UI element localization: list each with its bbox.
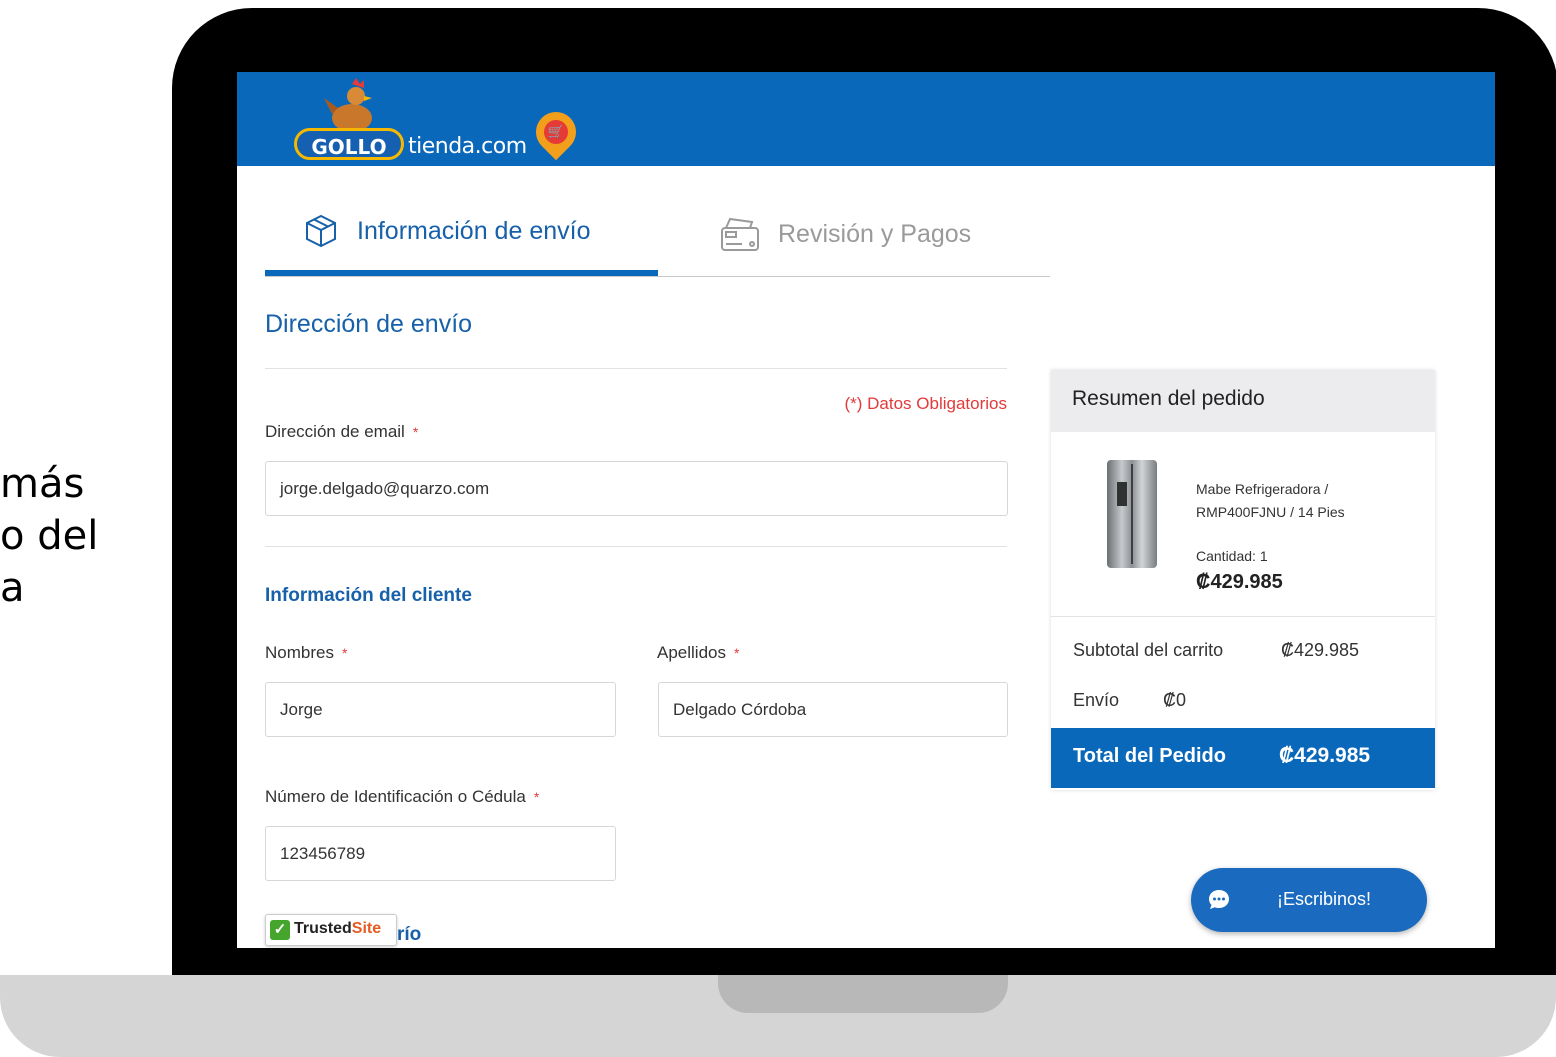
checkout-steps: Información de envío Revisión y Pagos [265,192,1050,277]
total-value: ₡429.985 [1279,744,1371,767]
divider [1051,616,1435,617]
trustedsite-badge[interactable]: ✓ TrustedSite [265,914,397,946]
required-marker: * [533,789,540,805]
subtotal-value: ₡429.985 [1281,640,1360,660]
tab-review-payments[interactable]: Revisión y Pagos [720,192,1050,276]
product-name[interactable]: Mabe Refrigeradora / RMP400FJNU / 14 Pie… [1196,478,1416,524]
required-marker: * [341,645,348,661]
total-label: Total del Pedido [1073,745,1226,767]
first-name-field[interactable]: Jorge [265,682,616,737]
last-name-label: Apellidos * [657,643,739,663]
rooster-icon [324,78,372,132]
shipping-address-title: Dirección de envío [265,310,473,338]
box-icon [306,214,336,248]
required-fields-note: (*) Datos Obligatorios [844,394,1007,413]
chat-bubble-icon [1209,890,1229,909]
email-label-text: Dirección de email [265,422,405,441]
laptop-notch [718,975,1008,1013]
divider [265,368,1007,369]
shipping-label: Envío [1073,690,1120,710]
first-name-label: Nombres * [265,643,347,663]
browser-screen: GOLLO tienda.com 🛒 Información de envío [237,72,1495,948]
subtotal-label: Subtotal del carrito [1073,640,1224,660]
side-caption-line-2: o del [0,513,99,559]
last-name-label-text: Apellidos [657,643,726,662]
logo-brand: GOLLO [294,128,404,160]
product-price: ₡429.985 [1196,571,1283,593]
shipping-value: ₡0 [1163,690,1187,710]
required-marker: * [412,424,419,440]
tab-shipping-label: Información de envío [357,216,591,245]
order-summary-title: Resumen del pedido [1072,387,1265,410]
last-name-field[interactable]: Delgado Córdoba [658,682,1008,737]
gollo-logo[interactable]: GOLLO tienda.com 🛒 [292,78,592,164]
order-total-bar: Total del Pedido ₡429.985 [1051,728,1435,788]
id-number-field[interactable]: 123456789 [265,826,616,881]
chat-button[interactable]: ¡Escribinos! [1191,868,1427,932]
customer-info-title: Información del cliente [265,585,472,606]
cart-icon: 🛒 [544,120,568,144]
divider [265,546,1007,547]
id-number-label-text: Número de Identificación o Cédula [265,787,526,806]
credit-card-icon [721,217,759,251]
first-name-label-text: Nombres [265,643,334,662]
email-field[interactable]: jorge.delgado@quarzo.com [265,461,1008,516]
cart-pin-icon: 🛒 [527,103,585,161]
next-section-title: río [397,924,422,945]
id-number-label: Número de Identificación o Cédula * [265,787,539,807]
logo-domain: tienda.com [408,134,527,159]
site-header: GOLLO tienda.com 🛒 [237,72,1495,166]
side-caption: más o del a [0,458,98,614]
tab-shipping-info[interactable]: Información de envío [265,192,658,276]
checkmark-icon: ✓ [270,920,290,940]
required-marker: * [734,645,740,661]
trustedsite-text-a: Trusted [294,920,352,937]
side-caption-line-1: más [0,461,85,507]
order-summary: Resumen del pedido Mabe Refrigeradora / … [1051,370,1435,790]
trustedsite-label: TrustedSite [294,920,381,938]
trustedsite-text-b: Site [351,920,382,937]
product-image[interactable] [1107,460,1157,568]
tab-review-label: Revisión y Pagos [778,219,972,248]
email-label: Dirección de email * [265,422,418,442]
side-caption-line-3: a [0,565,25,611]
chat-button-label: ¡Escribinos! [1277,889,1372,909]
order-summary-header: Resumen del pedido [1051,370,1435,432]
fridge-door-line [1131,464,1133,564]
fridge-dispenser [1117,482,1127,506]
product-quantity: Cantidad: 1 [1196,548,1268,564]
